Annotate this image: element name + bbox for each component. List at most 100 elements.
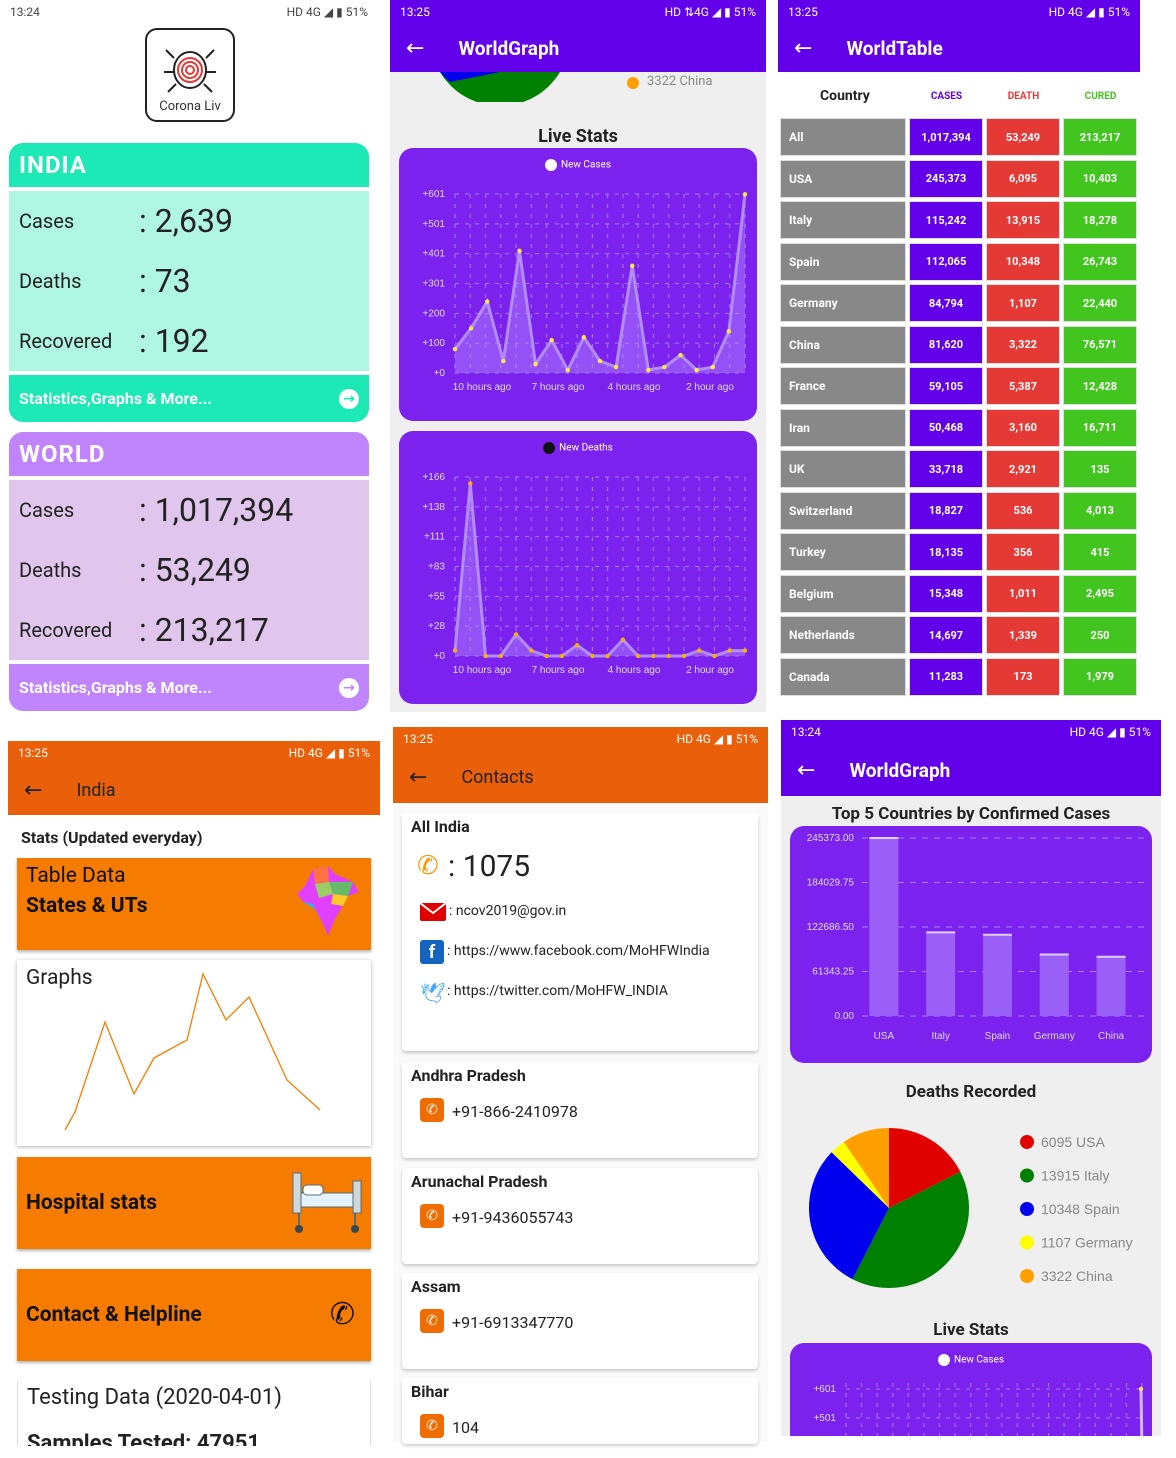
app-bar-title: Contacts [461, 766, 534, 788]
testing-data-card[interactable]: Testing Data (2020-04-01) Samples Tested… [17, 1381, 371, 1446]
world-card-title: WORLD [9, 432, 369, 476]
cases-cell: 50,468 [909, 408, 983, 447]
all-india-card: All India ✆ : 1075 : ncov2019@gov.in f :… [402, 813, 758, 1051]
india-recovered-label: Recovered [19, 329, 113, 353]
x-tick-label: 4 hours ago [608, 382, 661, 393]
country-cell: Turkey [780, 533, 906, 571]
back-arrow-icon[interactable]: ← [24, 778, 42, 803]
y-tick-label: +138 [422, 502, 445, 513]
state-phone[interactable]: 104 [452, 1418, 479, 1437]
bar [869, 838, 899, 1016]
stats-subtitle: Stats (Updated everyday) [21, 828, 203, 847]
cured-cell: 22,440 [1063, 284, 1137, 322]
cured-cell: 76,571 [1063, 325, 1137, 364]
state-phone[interactable]: +91-9436055743 [452, 1208, 573, 1227]
twitter-link[interactable]: : https://twitter.com/MoHFW_INDIA [447, 983, 668, 999]
all-india-title: All India [411, 817, 470, 836]
new-cases-plot: +601 +501 +401 +301 +200 +100 +0 10 hours ago 7 … [422, 189, 748, 393]
status-bar: 13:25 HD 4G ◢ ▮ 51% [778, 0, 1140, 24]
data-point [485, 299, 490, 304]
app-logo: Corona Liv [145, 28, 235, 122]
world-deaths-value: : 53,249 [139, 551, 251, 589]
india-more-link[interactable]: Statistics,Graphs & More... → [9, 375, 369, 422]
cases-cell: 11,283 [909, 657, 983, 696]
country-cell: UK [780, 450, 906, 488]
bar [982, 934, 1012, 1016]
table-row: Spain 112,065 10,348 26,743 [780, 242, 1137, 281]
facebook-link[interactable]: : https://www.facebook.com/MoHFWIndia [447, 943, 710, 959]
back-arrow-icon[interactable]: ← [406, 36, 424, 61]
data-point [574, 643, 580, 648]
bar [926, 932, 956, 1016]
india-deaths-label: Deaths [19, 269, 82, 293]
phone-icon: ✆ [329, 1297, 355, 1332]
top5-bar-plot: 245373.00 184029.75 122686.50 61343.25 0.00 U… [807, 833, 1146, 1042]
cases-cell: 15,348 [909, 574, 983, 613]
state-name: Andhra Pradesh [411, 1066, 526, 1085]
data-point [662, 364, 667, 370]
table-data-card[interactable]: Table Data States & UTs [17, 858, 371, 950]
data-point [549, 338, 554, 343]
data-point [501, 358, 506, 364]
status-time: 13:24 [10, 5, 40, 19]
country-cell: Iran [780, 408, 906, 447]
cured-cell: 213,217 [1063, 118, 1137, 156]
india-card[interactable]: INDIA Cases: 2,639 Deaths: 73 Recovered:… [9, 143, 369, 422]
screen-worldgraph-live: 13:25 HD ⇅4G ◢ ▮ 51% ← WorldGraph 3322 C… [390, 0, 766, 712]
world-more-link[interactable]: Statistics,Graphs & More... → [9, 664, 369, 711]
back-arrow-icon[interactable]: ← [797, 758, 815, 783]
twitter-icon: 🕊 [420, 981, 446, 1005]
data-point [559, 653, 565, 659]
phone-icon: ✆ [420, 1309, 444, 1333]
legend-marker [1020, 1168, 1034, 1183]
status-icons: HD ⇅4G ◢ ▮ 51% [664, 5, 756, 19]
helpline-number[interactable]: : 1075 [448, 849, 530, 884]
phone-icon: ✆ [417, 851, 439, 881]
data-point [590, 653, 595, 659]
world-card[interactable]: WORLD Cases: 1,017,394 Deaths: 53,249 Re… [9, 432, 369, 711]
data-point [517, 248, 522, 254]
state-phone[interactable]: +91-866-2410978 [452, 1102, 578, 1121]
data-point [726, 329, 732, 334]
cases-cell: 18,827 [909, 491, 983, 530]
table-row: France 59,105 5,387 12,428 [780, 367, 1137, 405]
legend-marker [1020, 1202, 1034, 1216]
status-bar: 13:24 HD 4G ◢ ▮ 51% [0, 0, 378, 24]
india-map-icon [297, 866, 359, 936]
country-cell: Belgium [780, 574, 906, 613]
table-data-line1: Table Data [26, 864, 126, 888]
x-tick-label: China [1098, 1031, 1125, 1042]
x-tick-label: 10 hours ago [453, 382, 512, 393]
data-point [697, 648, 702, 653]
contact-helpline-card[interactable]: Contact & Helpline ✆ [17, 1269, 371, 1361]
data-point [727, 648, 732, 653]
state-name: Bihar [411, 1382, 449, 1401]
table-header: Country CASES DEATH CURED [778, 84, 1140, 108]
back-arrow-icon[interactable]: ← [409, 765, 427, 790]
country-cell: Switzerland [780, 491, 906, 530]
back-arrow-icon[interactable]: ← [794, 36, 812, 61]
death-cell: 173 [986, 657, 1060, 696]
country-cell: USA [780, 159, 906, 198]
email-icon [420, 903, 446, 921]
y-tick-label: +100 [422, 338, 445, 349]
data-point [694, 367, 699, 373]
app-bar: ← Contacts [393, 751, 768, 803]
data-point [544, 653, 549, 659]
data-point [581, 335, 587, 340]
new-cases-chart: New Cases +601 +501 +401 +301 +200 +100 +0 10 h… [399, 148, 757, 421]
cases-cell: 18,135 [909, 533, 983, 571]
data-point [605, 653, 610, 659]
state-phone[interactable]: +91-6913347770 [452, 1313, 573, 1332]
email-link[interactable]: : ncov2019@gov.in [449, 903, 566, 919]
cured-cell: 1,979 [1063, 657, 1137, 696]
table-row: Belgium 15,348 1,011 2,495 [780, 574, 1137, 613]
country-cell: Italy [780, 201, 906, 239]
graphs-card[interactable]: Graphs [17, 960, 371, 1146]
country-cell: All [780, 118, 906, 156]
india-card-title: INDIA [9, 143, 369, 187]
data-point [452, 346, 458, 352]
world-cases-value: : 1,017,394 [139, 491, 294, 529]
hospital-card[interactable]: Hospital stats [17, 1157, 371, 1249]
cured-cell: 250 [1063, 616, 1137, 654]
